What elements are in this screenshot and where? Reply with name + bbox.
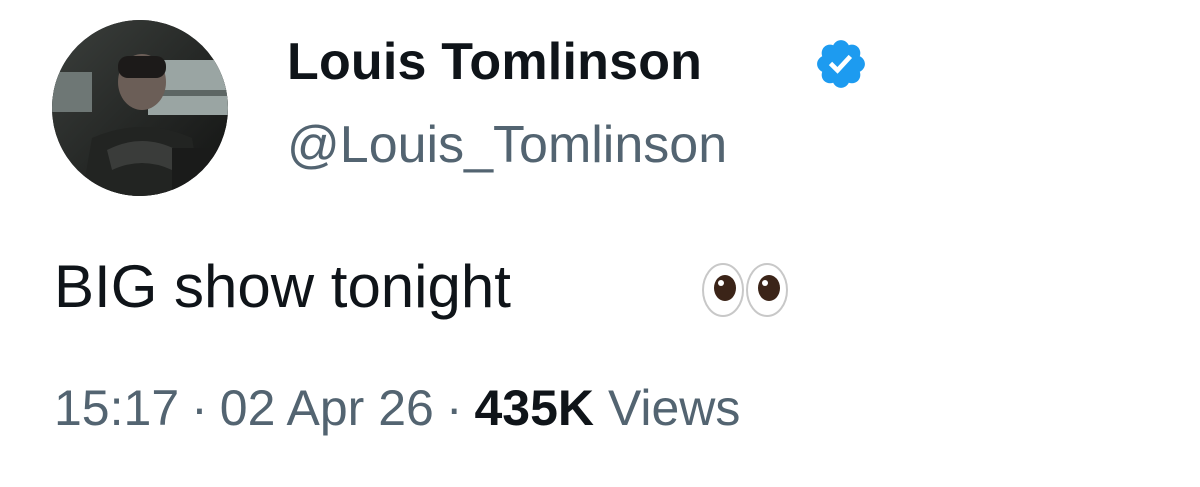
meta-separator: ·	[445, 380, 463, 436]
tweet-text: BIG show tonight	[54, 253, 511, 320]
eyes-icon	[700, 262, 790, 318]
verified-check-icon[interactable]	[813, 36, 869, 92]
views-count: 435K	[474, 380, 595, 436]
meta-separator: ·	[191, 380, 208, 436]
tweet-date[interactable]: 02 Apr 26	[220, 380, 434, 436]
tweet-time[interactable]: 15:17	[54, 380, 179, 436]
views-label: Views	[607, 380, 741, 436]
user-handle[interactable]: @Louis_Tomlinson	[287, 114, 727, 176]
tweet-card: Louis Tomlinson @Louis_Tomlinson BIG sho…	[0, 0, 1200, 487]
display-name[interactable]: Louis Tomlinson	[287, 30, 702, 94]
avatar-photo	[52, 20, 228, 196]
avatar[interactable]	[52, 20, 228, 196]
tweet-meta: 15:17 · 02 Apr 26 · 435K Views	[54, 376, 740, 440]
